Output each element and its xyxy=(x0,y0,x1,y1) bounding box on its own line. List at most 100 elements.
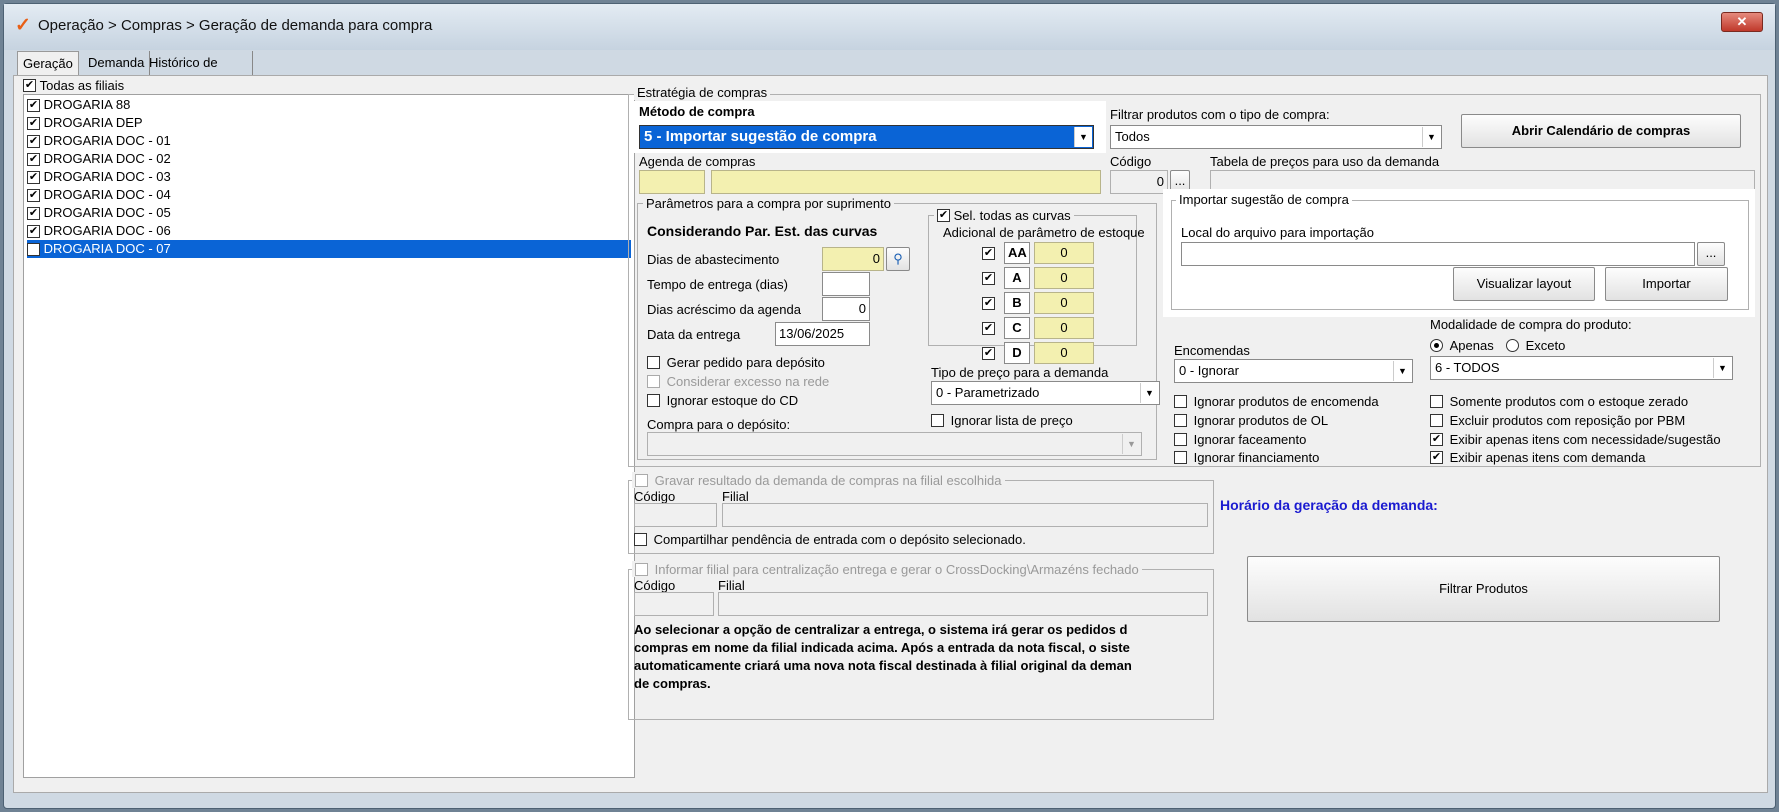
list-item[interactable]: ✔ DROGARIA DOC - 04 xyxy=(27,186,171,204)
curva-value-field[interactable]: 0 xyxy=(1034,292,1094,314)
modalidade-select[interactable]: 6 - TODOS ▼ xyxy=(1430,356,1733,380)
filial-checkbox[interactable]: ✔ xyxy=(27,135,40,149)
curva-checkbox[interactable]: ✔ xyxy=(982,347,995,360)
list-item-selected[interactable]: ✔ DROGARIA DOC - 07 xyxy=(27,240,631,258)
curva-value-field[interactable]: 0 xyxy=(1034,242,1094,264)
filtrar-produtos-button[interactable]: Filtrar Produtos xyxy=(1247,556,1720,622)
all-filiais-checkbox[interactable]: ✔ xyxy=(23,79,36,93)
data-entrega-field[interactable]: 13/06/2025 xyxy=(775,322,870,346)
modalidade-checkbox-row[interactable]: ✔ Exibir apenas itens com necessidade/su… xyxy=(1430,431,1721,447)
tab-historico[interactable]: Histórico de demandas salvas temporariam… xyxy=(144,51,254,139)
exceto-radio-row[interactable]: Exceto xyxy=(1506,337,1565,353)
filial-checkbox[interactable]: ✔ xyxy=(27,225,40,239)
filtrar-select[interactable]: Todos ▼ xyxy=(1110,125,1442,149)
dias-abastecimento-field[interactable]: 0 xyxy=(822,247,884,271)
curva-checkbox[interactable]: ✔ xyxy=(982,247,995,260)
tabela-label: Tabela de preços para uso da demanda xyxy=(1210,154,1440,169)
curva-value-field[interactable]: 0 xyxy=(1034,267,1094,289)
curva-checkbox[interactable]: ✔ xyxy=(982,297,995,310)
encomenda-checkbox-row[interactable]: Ignorar faceamento xyxy=(1174,431,1306,447)
gravar-checkbox[interactable] xyxy=(635,474,648,488)
ignorar-lista-checkbox[interactable] xyxy=(931,414,944,428)
centralizar-checkbox[interactable] xyxy=(635,563,648,577)
apenas-radio[interactable] xyxy=(1430,339,1443,353)
all-filiais-checkbox-row[interactable]: ✔ Todas as filiais xyxy=(23,77,124,93)
filial-checkbox[interactable]: ✔ xyxy=(27,243,40,257)
gerar-pedido-checkbox[interactable] xyxy=(647,356,660,370)
dias-acrescimo-field[interactable]: 0 xyxy=(822,297,870,321)
list-item[interactable]: ✔ DROGARIA 88 xyxy=(27,96,130,114)
tipo-preco-select[interactable]: 0 - Parametrizado ▼ xyxy=(931,381,1160,405)
filial-checkbox[interactable]: ✔ xyxy=(27,99,40,113)
filial-checkbox[interactable]: ✔ xyxy=(27,189,40,203)
compartilhar-checkbox[interactable] xyxy=(634,533,647,547)
chevron-down-icon[interactable]: ▼ xyxy=(1140,383,1158,403)
tab-demanda[interactable]: Demanda xyxy=(83,51,151,75)
tempo-entrega-field[interactable] xyxy=(822,272,870,296)
search-icon[interactable]: ⚲ xyxy=(886,247,910,271)
tab-geracao[interactable]: Geração xyxy=(17,51,79,75)
encomenda-checkbox[interactable] xyxy=(1174,433,1187,447)
list-item[interactable]: ✔ DROGARIA DEP xyxy=(27,114,143,132)
list-item[interactable]: ✔ DROGARIA DOC - 01 xyxy=(27,132,171,150)
compra-deposito-select[interactable]: ▼ xyxy=(647,432,1142,456)
modalidade-checkbox[interactable] xyxy=(1430,414,1443,428)
gravar-filial-field[interactable] xyxy=(722,503,1208,527)
encomenda-checkbox[interactable] xyxy=(1174,451,1187,465)
chevron-down-icon[interactable]: ▼ xyxy=(1393,361,1411,381)
curva-value-field[interactable]: 0 xyxy=(1034,317,1094,339)
modalidade-checkbox-row[interactable]: ✔ Exibir apenas itens com demanda xyxy=(1430,449,1645,465)
gerar-pedido-checkbox-row[interactable]: Gerar pedido para depósito xyxy=(647,354,825,370)
filial-checkbox[interactable]: ✔ xyxy=(27,171,40,185)
chevron-down-icon[interactable]: ▼ xyxy=(1122,434,1140,454)
local-arquivo-browse-button[interactable]: ... xyxy=(1697,242,1725,266)
visualizar-layout-button[interactable]: Visualizar layout xyxy=(1453,267,1595,301)
abrir-calendario-button[interactable]: Abrir Calendário de compras xyxy=(1461,114,1741,148)
list-item[interactable]: ✔ DROGARIA DOC - 05 xyxy=(27,204,171,222)
encomenda-checkbox-row[interactable]: Ignorar financiamento xyxy=(1174,449,1319,465)
metodo-label: Método de compra xyxy=(639,104,755,119)
centralizar-codigo-field[interactable] xyxy=(634,592,714,616)
encomendas-select[interactable]: 0 - Ignorar ▼ xyxy=(1174,359,1413,383)
tabela-codigo-field[interactable]: 0 xyxy=(1110,170,1168,194)
ignorar-lista-checkbox-row[interactable]: Ignorar lista de preço xyxy=(931,412,1073,428)
close-button[interactable]: ✕ xyxy=(1721,12,1763,32)
exceto-radio[interactable] xyxy=(1506,339,1519,353)
ignorar-estoque-cd-checkbox-row[interactable]: Ignorar estoque do CD xyxy=(647,392,798,408)
local-arquivo-field[interactable] xyxy=(1181,242,1695,266)
filial-checkbox[interactable]: ✔ xyxy=(27,207,40,221)
chevron-down-icon[interactable]: ▼ xyxy=(1422,127,1440,147)
modalidade-checkbox[interactable] xyxy=(1430,395,1443,409)
modalidade-checkbox[interactable]: ✔ xyxy=(1430,451,1443,465)
gravar-codigo-field[interactable] xyxy=(634,503,717,527)
modalidade-checkbox[interactable]: ✔ xyxy=(1430,433,1443,447)
curva-value-field[interactable]: 0 xyxy=(1034,342,1094,364)
centralizar-checkbox-row[interactable]: Informar filial para centralização entre… xyxy=(632,561,1142,578)
ignorar-estoque-cd-checkbox[interactable] xyxy=(647,394,660,408)
list-item[interactable]: ✔ DROGARIA DOC - 03 xyxy=(27,168,171,186)
sel-todas-checkbox[interactable]: ✔ xyxy=(937,209,950,223)
compartilhar-checkbox-row[interactable]: Compartilhar pendência de entrada com o … xyxy=(634,531,1026,547)
agenda-nome-field[interactable] xyxy=(711,170,1101,194)
filial-checkbox[interactable]: ✔ xyxy=(27,153,40,167)
encomenda-checkbox[interactable] xyxy=(1174,395,1187,409)
curva-checkbox[interactable]: ✔ xyxy=(982,322,995,335)
apenas-radio-row[interactable]: Apenas xyxy=(1430,337,1494,353)
importar-button[interactable]: Importar xyxy=(1605,267,1728,301)
encomenda-checkbox-row[interactable]: Ignorar produtos de encomenda xyxy=(1174,393,1379,409)
modalidade-checkbox-row[interactable]: Excluir produtos com reposição por PBM xyxy=(1430,412,1685,428)
agenda-codigo-field[interactable] xyxy=(639,170,705,194)
modalidade-checkbox-row[interactable]: Somente produtos com o estoque zerado xyxy=(1430,393,1688,409)
gravar-checkbox-row[interactable]: Gravar resultado da demanda de compras n… xyxy=(632,472,1005,489)
filial-checkbox[interactable]: ✔ xyxy=(27,117,40,131)
sel-todas-checkbox-row[interactable]: ✔ Sel. todas as curvas xyxy=(934,207,1074,224)
list-item[interactable]: ✔ DROGARIA DOC - 02 xyxy=(27,150,171,168)
chevron-down-icon[interactable]: ▼ xyxy=(1074,127,1092,147)
list-item[interactable]: ✔ DROGARIA DOC - 06 xyxy=(27,222,171,240)
centralizar-filial-field[interactable] xyxy=(718,592,1208,616)
curva-checkbox[interactable]: ✔ xyxy=(982,272,995,285)
metodo-select[interactable]: 5 - Importar sugestão de compra ▼ xyxy=(639,125,1094,149)
chevron-down-icon[interactable]: ▼ xyxy=(1713,358,1731,378)
encomenda-checkbox-row[interactable]: Ignorar produtos de OL xyxy=(1174,412,1328,428)
encomenda-checkbox[interactable] xyxy=(1174,414,1187,428)
